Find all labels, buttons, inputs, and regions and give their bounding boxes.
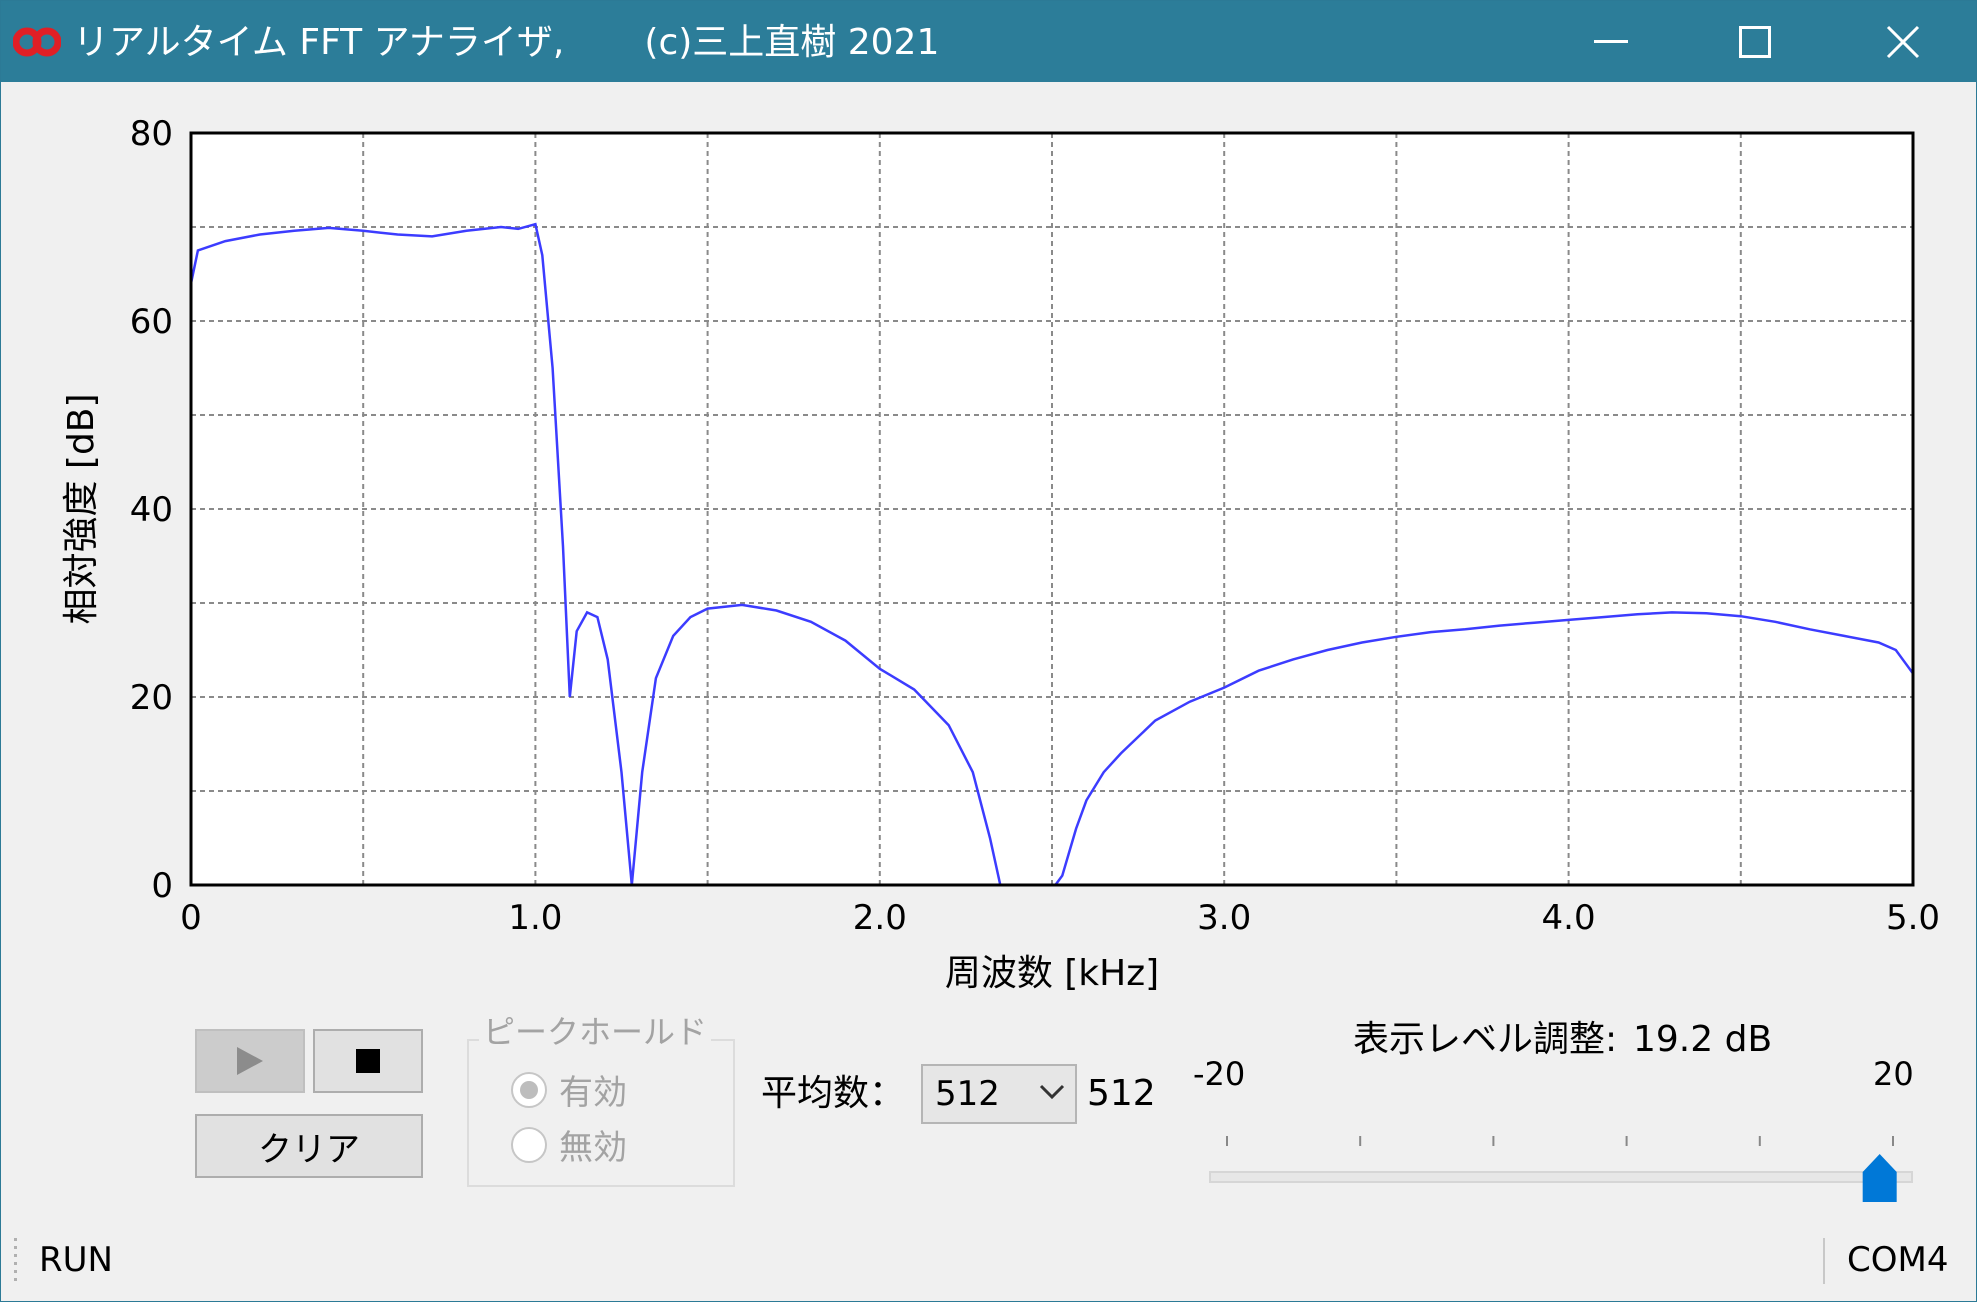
level-adjust-value: 19.2 dB [1633,1019,1773,1060]
play-button[interactable] [195,1029,305,1093]
clear-button-label: クリア [258,1129,360,1170]
y-tick-label: 40 [130,490,173,530]
slider-thumb[interactable] [1862,1154,1897,1202]
status-bar: RUN COM4 [1,1222,1976,1301]
x-tick-label: 3.0 [1197,898,1251,938]
level-slider[interactable] [1201,1102,1921,1202]
level-adjust-label: 表示レベル調整: [1353,1019,1618,1060]
x-axis-label: 周波数 [kHz] [945,953,1159,994]
average-count-label: 平均数： [761,1073,906,1114]
status-port: COM4 [1847,1240,1949,1280]
peak-hold-enabled-radio[interactable]: 有効 [511,1065,627,1114]
y-tick-label: 80 [130,114,173,154]
chevron-down-icon [1039,1084,1065,1100]
peak-hold-enabled-label: 有効 [559,1073,627,1113]
close-button[interactable] [1833,1,1973,82]
maximize-button[interactable] [1685,1,1825,82]
x-tick-label: 1.0 [508,898,562,938]
y-tick-label: 20 [130,678,173,718]
average-count-select[interactable]: 512 [921,1064,1077,1124]
slider-track [1209,1171,1913,1183]
play-icon [237,1047,263,1075]
slider-ticks [1226,1136,1894,1146]
stop-icon [356,1049,380,1073]
infinity-logo-icon [13,27,61,57]
peak-hold-disabled-label: 無効 [559,1128,627,1168]
close-icon [1886,25,1920,58]
slider-max-label: 20 [1873,1055,1914,1093]
peak-hold-disabled-radio[interactable]: 無効 [511,1120,627,1169]
radio-circle [511,1126,547,1163]
peak-hold-title: ピークホールド [479,1012,712,1052]
radio-selected-dot [520,1080,538,1099]
radio-circle-selected [511,1071,547,1108]
window-title: リアルタイム FFT アナライザ, (c)三上直樹 2021 [73,22,940,63]
minimize-icon [1594,39,1628,43]
y-tick-label: 0 [151,866,173,906]
average-count-selected: 512 [935,1074,1000,1114]
title-bar[interactable]: リアルタイム FFT アナライザ, (c)三上直樹 2021 [1,1,1976,82]
app-window: リアルタイム FFT アナライザ, (c)三上直樹 2021 0 1.0 2.0 3.… [0,0,1977,1302]
slider-min-label: -20 [1193,1055,1246,1093]
status-divider [1823,1238,1825,1284]
maximize-icon [1739,25,1771,58]
average-count-value: 512 [1087,1073,1156,1114]
status-run: RUN [39,1240,113,1280]
y-tick-label: 60 [130,302,173,342]
x-tick-label: 4.0 [1542,898,1596,938]
y-axis-label: 相対強度 [dB] [61,393,102,624]
grip-icon [14,1238,17,1281]
spectrum-chart: 0 1.0 2.0 3.0 4.0 5.0 0 20 40 60 80 周波数 [kHz] 相対強度 [… [61,114,1940,994]
x-tick-label: 5.0 [1886,898,1940,938]
clear-button[interactable]: クリア [195,1114,423,1178]
stop-button[interactable] [313,1029,423,1093]
x-tick-label: 0 [180,898,202,938]
minimize-button[interactable] [1541,1,1681,82]
client-area: 0 1.0 2.0 3.0 4.0 5.0 0 20 40 60 80 周波数 [kHz] 相対強度 [… [1,82,1976,1222]
x-tick-label: 2.0 [853,898,907,938]
